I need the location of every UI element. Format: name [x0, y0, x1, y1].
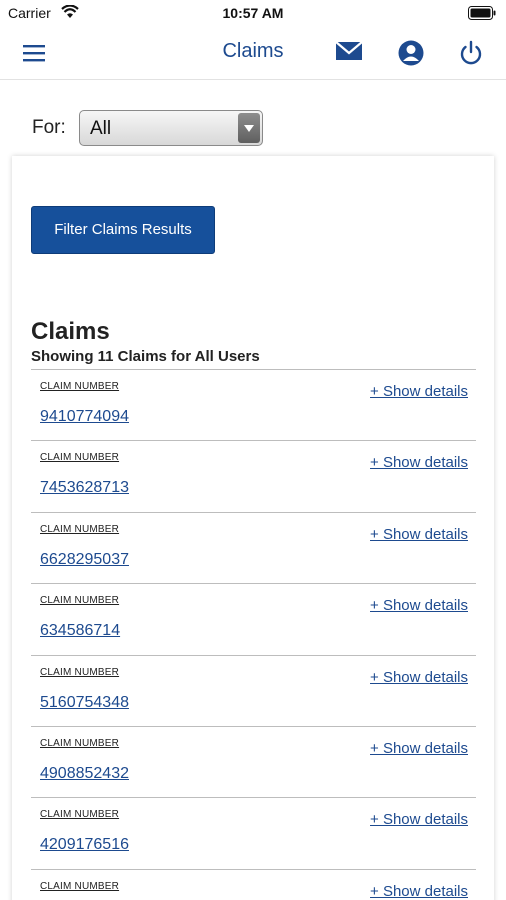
show-details-link[interactable]: + Show details	[370, 811, 468, 828]
claim-number-label: CLAIM NUMBER	[40, 595, 120, 607]
mail-icon[interactable]	[335, 40, 363, 67]
show-details-link[interactable]: + Show details	[370, 454, 468, 471]
show-details-link[interactable]: + Show details	[370, 526, 468, 543]
claim-number-link[interactable]: 7453628713	[40, 479, 129, 497]
for-label: For:	[32, 117, 66, 138]
show-details-link[interactable]: + Show details	[370, 740, 468, 757]
claim-number-link[interactable]: 9410774094	[40, 408, 129, 426]
list-item: CLAIM NUMBER + Show details 4209176516	[31, 797, 476, 868]
claim-number-label: CLAIM NUMBER	[40, 809, 120, 821]
claim-number-label: CLAIM NUMBER	[40, 452, 120, 464]
claims-heading: Claims	[31, 318, 110, 345]
power-icon[interactable]	[457, 39, 485, 72]
claim-number-link[interactable]: 4209176516	[40, 836, 129, 854]
filter-claims-button[interactable]: Filter Claims Results	[31, 206, 215, 254]
nav-bar: Claims	[0, 28, 506, 80]
battery-icon	[468, 6, 496, 25]
claims-summary: Showing 11 Claims for All Users	[31, 348, 260, 365]
for-select-value: All	[90, 118, 112, 139]
list-item: CLAIM NUMBER + Show details 9410774094	[31, 369, 476, 440]
claim-number-link[interactable]: 6628295037	[40, 551, 129, 569]
status-bar: Carrier 10:57 AM	[0, 0, 506, 28]
list-item: CLAIM NUMBER + Show details 7453628713	[31, 440, 476, 511]
status-time: 10:57 AM	[222, 5, 284, 21]
claim-number-label: CLAIM NUMBER	[40, 381, 120, 392]
chevron-down-icon	[238, 113, 260, 143]
claim-number-label: CLAIM NUMBER	[40, 666, 120, 678]
show-details-link[interactable]: + Show details	[370, 383, 468, 400]
list-item: CLAIM NUMBER + Show details 5160754348	[31, 654, 476, 726]
claim-number-label: CLAIM NUMBER	[40, 523, 120, 535]
show-details-link[interactable]: + Show details	[370, 597, 468, 614]
list-item: CLAIM NUMBER + Show details	[31, 868, 476, 900]
user-icon[interactable]	[397, 39, 425, 72]
list-item: CLAIM NUMBER + Show details 6628295037	[31, 511, 476, 583]
show-details-link[interactable]: + Show details	[370, 669, 468, 686]
claim-number-link[interactable]: 634586714	[40, 622, 120, 640]
claim-number-label: CLAIM NUMBER	[40, 880, 120, 892]
show-details-link[interactable]: + Show details	[370, 883, 468, 900]
claims-list: CLAIM NUMBER + Show details 9410774094 C…	[31, 369, 476, 900]
list-item: CLAIM NUMBER + Show details 634586714	[31, 583, 476, 654]
claim-number-link[interactable]: 5160754348	[40, 694, 129, 712]
for-select[interactable]: All	[79, 110, 263, 146]
claim-number-link[interactable]: 4908852432	[40, 765, 129, 783]
list-item: CLAIM NUMBER + Show details 4908852432	[31, 725, 476, 797]
page-title: Claims	[222, 40, 284, 62]
claim-number-label: CLAIM NUMBER	[40, 737, 120, 749]
